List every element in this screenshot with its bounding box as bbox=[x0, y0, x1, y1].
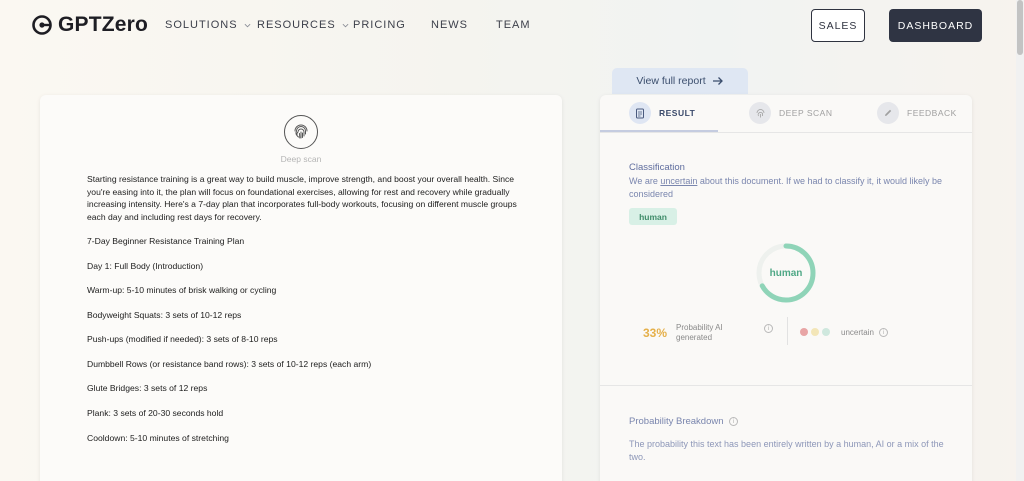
probability-ai-value: 33% bbox=[643, 326, 668, 340]
probability-ai-label: Probability AI generated bbox=[676, 323, 723, 342]
arrow-right-icon bbox=[712, 77, 723, 85]
doc-line: Dumbbell Rows (or resistance band rows):… bbox=[87, 359, 372, 369]
doc-line: Push-ups (modified if needed): 3 sets of… bbox=[87, 334, 278, 344]
scrollbar-thumb[interactable] bbox=[1017, 0, 1023, 55]
deep-scan-button[interactable] bbox=[284, 115, 318, 149]
probability-breakdown-description: The probability this text has been entir… bbox=[629, 439, 944, 462]
view-full-report-button[interactable]: View full report bbox=[612, 68, 748, 94]
classification-badge: human bbox=[629, 208, 677, 225]
tab-feedback[interactable]: FEEDBACK bbox=[877, 101, 957, 125]
nav-news[interactable]: NEWS bbox=[431, 19, 468, 31]
doc-line: Day 1: Full Body (Introduction) bbox=[87, 261, 204, 271]
nav-solutions-label: SOLUTIONS bbox=[165, 19, 238, 31]
uncertain-dot-green bbox=[822, 328, 830, 336]
pencil-icon bbox=[877, 102, 899, 124]
document-card: Deep scan Starting resistance training i… bbox=[40, 95, 562, 481]
tab-feedback-label: FEEDBACK bbox=[907, 108, 957, 118]
nav-team[interactable]: TEAM bbox=[496, 19, 531, 31]
chevron-down-icon bbox=[244, 23, 251, 27]
gptzero-logo-icon bbox=[32, 15, 52, 35]
classification-desc-pre: We are bbox=[629, 176, 661, 186]
doc-line: 7-Day Beginner Resistance Training Plan bbox=[87, 236, 245, 246]
nav-solutions[interactable]: SOLUTIONS bbox=[165, 19, 251, 31]
nav-news-label: NEWS bbox=[431, 19, 468, 31]
uncertain-dot-yellow bbox=[811, 328, 819, 336]
section-divider bbox=[600, 385, 972, 386]
tab-result-label: RESULT bbox=[659, 108, 696, 118]
probability-breakdown-title: Probability Breakdown bbox=[629, 416, 724, 427]
scrollbar-track[interactable] bbox=[1016, 0, 1024, 481]
view-full-report-label: View full report bbox=[636, 75, 706, 87]
logo[interactable]: GPTZero bbox=[31, 13, 148, 37]
info-icon[interactable]: i bbox=[879, 328, 888, 337]
document-icon bbox=[629, 102, 651, 124]
doc-line: Bodyweight Squats: 3 sets of 10-12 reps bbox=[87, 310, 242, 320]
deep-scan-label: Deep scan bbox=[280, 154, 322, 164]
tab-deep-scan[interactable]: DEEP SCAN bbox=[749, 101, 832, 125]
active-tab-indicator bbox=[600, 130, 718, 132]
nav-resources-label: RESOURCES bbox=[257, 19, 336, 31]
uncertain-dot-red bbox=[800, 328, 808, 336]
brand-name: GPTZero bbox=[58, 13, 149, 36]
result-panel: RESULT DEEP SCAN FEEDBACK Classification… bbox=[600, 95, 972, 481]
classification-description: We are uncertain about this document. If… bbox=[629, 175, 949, 201]
doc-line: Cooldown: 5-10 minutes of stretching bbox=[87, 433, 229, 443]
nav-pricing[interactable]: PRICING bbox=[353, 19, 406, 31]
intro-paragraph: Starting resistance training is a great … bbox=[87, 174, 517, 222]
tab-result[interactable]: RESULT bbox=[629, 101, 695, 125]
fingerprint-icon bbox=[749, 102, 771, 124]
uncertain-label: uncertain bbox=[841, 328, 874, 337]
dashboard-button[interactable]: DASHBOARD bbox=[889, 9, 982, 42]
info-icon[interactable]: i bbox=[729, 417, 738, 426]
tab-deep-scan-label: DEEP SCAN bbox=[779, 108, 833, 118]
chevron-down-icon bbox=[342, 23, 349, 27]
info-icon[interactable]: i bbox=[764, 324, 773, 333]
sales-button[interactable]: SALES bbox=[811, 9, 865, 42]
nav-resources[interactable]: RESOURCES bbox=[257, 19, 349, 31]
doc-line: Plank: 3 sets of 20-30 seconds hold bbox=[87, 408, 224, 418]
top-nav: GPTZero SOLUTIONS RESOURCES PRICING NEWS… bbox=[0, 0, 1016, 52]
nav-team-label: TEAM bbox=[496, 19, 531, 31]
document-intro: Starting resistance training is a great … bbox=[87, 173, 527, 223]
fingerprint-icon bbox=[294, 124, 308, 139]
doc-line: Warm-up: 5-10 minutes of brisk walking o… bbox=[87, 285, 277, 295]
result-tabs: RESULT DEEP SCAN FEEDBACK bbox=[600, 95, 972, 133]
probability-breakdown-title-text: Probability Breakdown bbox=[629, 416, 724, 427]
nav-pricing-label: PRICING bbox=[353, 19, 406, 31]
ring-label: human bbox=[769, 267, 803, 279]
doc-line: Glute Bridges: 3 sets of 12 reps bbox=[87, 383, 208, 393]
divider bbox=[787, 317, 788, 345]
uncertain-link[interactable]: uncertain bbox=[660, 176, 697, 186]
classification-title: Classification bbox=[629, 162, 685, 173]
